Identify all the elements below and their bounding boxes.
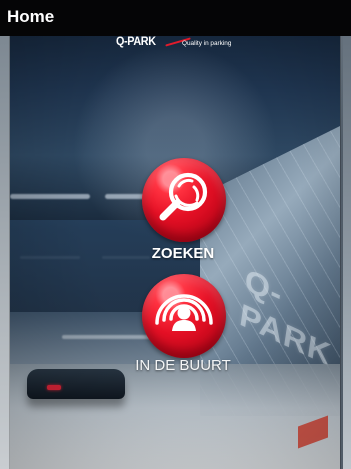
nearby-button-label: IN DE BUURT (135, 357, 231, 374)
app-screenshot: Home Q-PARK Q-PARK Quality in parking ZO… (0, 0, 351, 469)
ceiling-light (10, 194, 90, 199)
brand-name: Q-PARK (116, 34, 156, 48)
search-button-label: ZOEKEN (151, 245, 215, 262)
search-circle (142, 158, 226, 242)
nearby-location-icon (155, 294, 213, 331)
search-icon (159, 172, 208, 221)
brand-logo: Q-PARK Quality in parking (116, 30, 254, 54)
brand-tagline: Quality in parking (182, 40, 232, 47)
page-title: Home (7, 7, 55, 26)
search-button[interactable]: ZOEKEN (120, 158, 246, 268)
car-tail-light (47, 385, 61, 390)
nearby-circle (142, 274, 226, 358)
nearby-button[interactable]: IN DE BUURT (120, 274, 246, 380)
parked-car (27, 369, 125, 399)
outer-right-background (343, 36, 351, 469)
